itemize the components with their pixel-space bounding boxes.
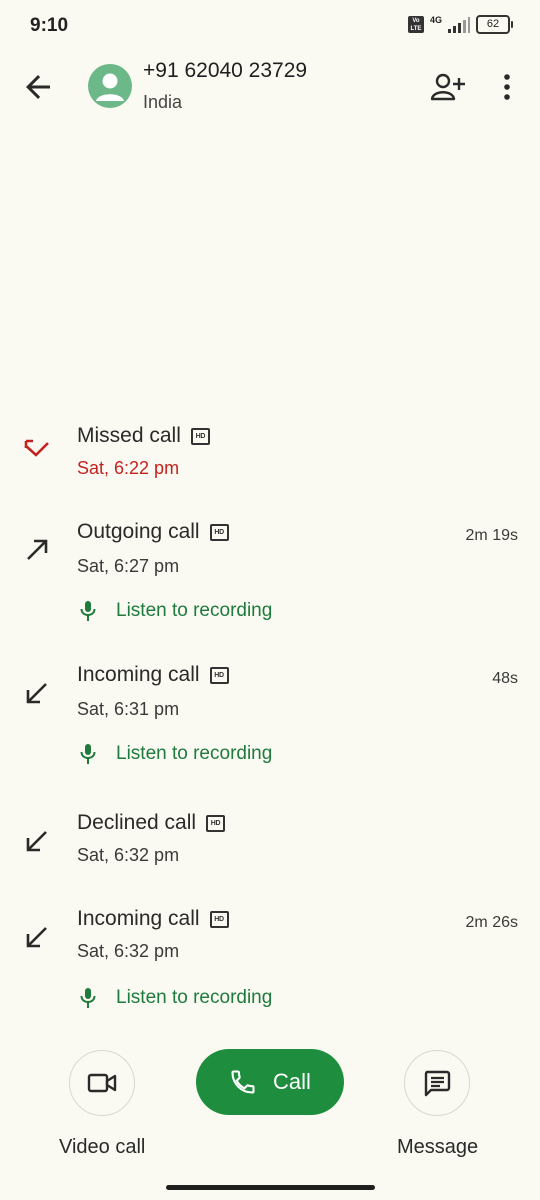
call-time: Sat, 6:32 pm xyxy=(77,845,180,865)
call-entry-missed[interactable]: Missed call HD Sat, 6:22 pm xyxy=(0,420,540,500)
bottom-action-bar: Call Video call Message xyxy=(0,1040,540,1200)
call-type-label: Incoming call HD xyxy=(77,663,229,687)
hd-icon: HD xyxy=(190,427,210,445)
call-duration: 2m 19s xyxy=(465,527,518,544)
hd-icon: HD xyxy=(209,666,229,684)
status-bar: 9:10 Vo LTE 4G 62 xyxy=(0,0,540,50)
videocam-icon xyxy=(87,1073,117,1093)
call-type-label: Outgoing call HD xyxy=(77,520,229,544)
app-bar: +91 62040 23729 India xyxy=(0,55,540,119)
call-time: Sat, 6:32 pm xyxy=(77,941,180,961)
home-indicator[interactable] xyxy=(166,1185,375,1190)
back-arrow-icon[interactable] xyxy=(20,69,56,105)
message-label: Message xyxy=(397,1136,479,1158)
call-entry-outgoing[interactable]: Outgoing call HD 2m 19s Sat, 6:27 pm Lis… xyxy=(0,516,540,636)
phone-icon xyxy=(231,1070,255,1094)
volte-icon: Vo LTE xyxy=(407,16,424,33)
hd-icon: HD xyxy=(209,523,229,541)
contact-number: +91 62040 23729 xyxy=(143,59,308,82)
listen-to-recording-button[interactable]: Listen to recording xyxy=(78,743,272,765)
call-time: Sat, 6:27 pm xyxy=(77,556,180,576)
mic-icon xyxy=(80,601,96,621)
signal-icon xyxy=(448,16,470,33)
missed-call-icon xyxy=(24,439,49,457)
more-vert-icon[interactable] xyxy=(492,69,522,105)
call-entry-incoming[interactable]: Incoming call HD 48s Sat, 6:31 pm Listen… xyxy=(0,659,540,779)
network-type-label: 4G xyxy=(429,14,442,25)
person-add-icon[interactable] xyxy=(430,69,466,105)
call-button-label: Call xyxy=(273,1069,311,1094)
message-button[interactable] xyxy=(404,1050,470,1116)
video-call-label: Video call xyxy=(59,1136,146,1158)
mic-icon xyxy=(80,744,96,764)
call-type-label: Incoming call HD xyxy=(77,907,229,931)
recording-label: Listen to recording xyxy=(116,743,273,764)
avatar xyxy=(88,64,132,108)
call-button[interactable]: Call xyxy=(196,1049,344,1115)
call-time: Sat, 6:31 pm xyxy=(77,699,180,719)
hd-icon: HD xyxy=(209,910,229,928)
battery-icon: 62 xyxy=(476,15,513,34)
call-entry-declined[interactable]: Declined call HD Sat, 6:32 pm xyxy=(0,807,540,887)
message-icon xyxy=(424,1070,451,1097)
outgoing-call-icon xyxy=(27,539,48,560)
mic-icon xyxy=(80,988,96,1008)
contact-country: India xyxy=(143,92,183,112)
recording-label: Listen to recording xyxy=(116,600,273,621)
listen-to-recording-button[interactable]: Listen to recording xyxy=(78,987,272,1009)
hd-icon: HD xyxy=(206,814,226,832)
call-time: Sat, 6:22 pm xyxy=(77,458,180,478)
call-duration: 48s xyxy=(492,670,518,687)
person-icon xyxy=(96,73,124,101)
call-type-label: Missed call HD xyxy=(77,424,210,448)
incoming-call-icon xyxy=(26,683,47,704)
incoming-call-icon xyxy=(26,831,47,852)
status-icons: Vo LTE 4G 62 xyxy=(407,14,513,34)
recording-label: Listen to recording xyxy=(116,987,273,1008)
incoming-call-icon xyxy=(26,927,47,948)
status-time: 9:10 xyxy=(30,15,69,36)
call-details-screen: 9:10 Vo LTE 4G 62 +91 62040 23729 India … xyxy=(0,0,540,1200)
listen-to-recording-button[interactable]: Listen to recording xyxy=(78,600,272,622)
call-duration: 2m 26s xyxy=(465,914,518,931)
call-type-label: Declined call HD xyxy=(77,811,226,835)
video-call-button[interactable] xyxy=(69,1050,135,1116)
call-entry-incoming[interactable]: Incoming call HD 2m 26s Sat, 6:32 pm Lis… xyxy=(0,903,540,1023)
